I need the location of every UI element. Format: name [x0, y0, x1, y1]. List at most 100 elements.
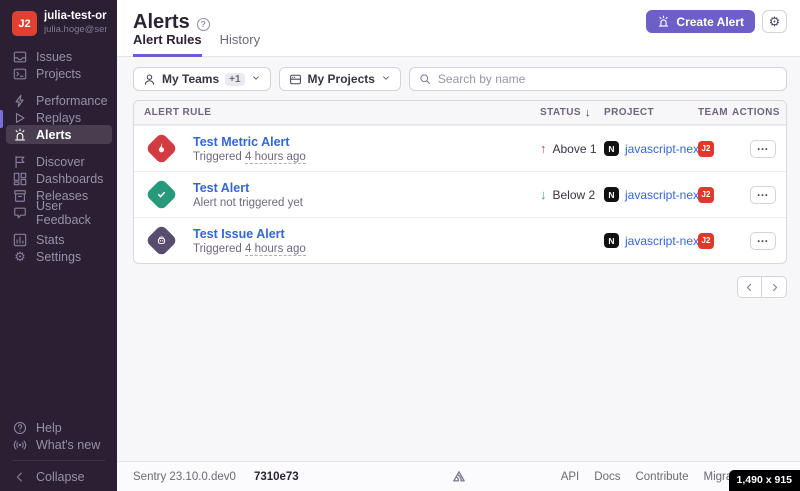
help-circle-icon	[13, 421, 27, 435]
teams-extra-count-badge: +1	[225, 73, 244, 86]
column-header-actions: Actions	[732, 107, 776, 118]
performance-icon	[13, 94, 27, 108]
build-hash[interactable]: 7310e73	[254, 471, 299, 483]
row-actions-button[interactable]: …	[750, 186, 776, 204]
chevron-down-icon	[381, 72, 391, 86]
team-cell: J2	[698, 187, 732, 203]
tab-bar: Alert Rules History	[133, 32, 260, 57]
alert-rule-subtext: Alert not triggered yet	[193, 197, 303, 209]
archive-box-icon	[13, 189, 27, 203]
nextjs-platform-icon: N	[604, 233, 619, 248]
tab-history[interactable]: History	[220, 32, 260, 57]
alerts-settings-button[interactable]: ⚙	[762, 10, 787, 33]
sentry-logo-icon[interactable]	[450, 469, 467, 484]
projects-filter-dropdown[interactable]: My Projects	[279, 67, 401, 91]
status-cell: ↑ Above 1	[540, 141, 604, 156]
sidebar-item-label: Settings	[36, 250, 81, 264]
team-badge[interactable]: J2	[698, 233, 714, 249]
sidebar-item-label: Help	[36, 421, 62, 435]
previous-page-button[interactable]	[737, 276, 762, 298]
sidebar-item-stats[interactable]: Stats	[0, 231, 117, 248]
footer-link-contribute[interactable]: Contribute	[635, 471, 688, 483]
search-input[interactable]	[438, 72, 777, 86]
relative-time[interactable]: 4 hours ago	[245, 243, 306, 256]
sidebar-bottom: Help What's new Collapse	[0, 419, 117, 485]
sidebar-item-performance[interactable]: Performance	[0, 92, 117, 109]
alert-rule-link[interactable]: Test Alert	[193, 181, 303, 195]
tab-alert-rules[interactable]: Alert Rules	[133, 32, 202, 57]
banner-icon	[13, 155, 27, 169]
version-label[interactable]: Sentry 23.10.0.dev0	[133, 471, 236, 483]
footer-link-api[interactable]: API	[561, 471, 580, 483]
search-box	[409, 67, 787, 91]
chevron-left-icon	[744, 282, 755, 293]
table-row: Test Alert Alert not triggered yet ↓ Bel…	[134, 171, 786, 217]
metric-alert-critical-icon	[145, 132, 178, 165]
sidebar-item-label: Issues	[36, 50, 72, 64]
sidebar-item-label: Collapse	[36, 470, 85, 484]
help-tooltip-icon[interactable]: ?	[197, 18, 210, 31]
alert-rule-subtext: Triggered 4 hours ago	[193, 243, 306, 255]
nextjs-platform-icon: N	[604, 187, 619, 202]
org-switcher[interactable]: J2 julia-test-org-2 … julia.hoge@sentry.…	[0, 0, 117, 48]
row-actions-button[interactable]: …	[750, 232, 776, 250]
footer-link-docs[interactable]: Docs	[594, 471, 620, 483]
siren-icon	[657, 15, 670, 28]
sort-descending-icon: ↓	[585, 107, 591, 119]
team-badge[interactable]: J2	[698, 187, 714, 203]
page-title: Alerts	[133, 11, 190, 34]
status-cell: ↓ Below 2	[540, 187, 604, 202]
sidebar-item-label: Performance	[36, 94, 108, 108]
project-cell: N javascript-nextjs	[604, 187, 698, 202]
create-alert-button[interactable]: Create Alert	[646, 10, 755, 33]
app-footer: Sentry 23.10.0.dev0 7310e73 API Docs Con…	[117, 461, 800, 491]
page-header: Alerts ? Create Alert ⚙ Alert Rules Hist…	[117, 0, 800, 57]
projects-icon	[13, 67, 27, 81]
arrow-up-icon: ↑	[540, 141, 547, 156]
chevron-right-icon	[769, 282, 780, 293]
org-meta: julia-test-org-2 … julia.hoge@sentry.io	[44, 10, 107, 35]
sidebar-item-projects[interactable]: Projects	[0, 65, 117, 82]
alert-rule-subtext: Triggered 4 hours ago	[193, 151, 306, 163]
sidebar-item-help[interactable]: Help	[0, 419, 117, 436]
team-cell: J2	[698, 233, 732, 249]
row-actions-button[interactable]: …	[750, 140, 776, 158]
column-header-team: Team	[698, 107, 732, 118]
sidebar-item-settings[interactable]: ⚙ Settings	[0, 248, 117, 265]
check-icon	[155, 188, 168, 201]
column-header-status[interactable]: Status↓	[540, 107, 604, 119]
next-page-button[interactable]	[762, 276, 787, 298]
alert-rule-link[interactable]: Test Issue Alert	[193, 227, 306, 241]
relative-time[interactable]: 4 hours ago	[245, 151, 306, 164]
sidebar-item-label: What's new	[36, 438, 100, 452]
sidebar-item-label: Alerts	[36, 128, 71, 142]
sidebar-item-user-feedback[interactable]: User Feedback	[0, 204, 117, 221]
org-avatar: J2	[12, 11, 37, 36]
main-area: Alerts ? Create Alert ⚙ Alert Rules Hist…	[117, 0, 800, 491]
sidebar-item-issues[interactable]: Issues	[0, 48, 117, 65]
user-icon	[143, 73, 156, 86]
chevron-left-icon	[13, 470, 27, 484]
team-cell: J2	[698, 141, 732, 157]
nextjs-platform-icon: N	[604, 141, 619, 156]
search-icon	[419, 73, 431, 85]
sidebar-item-alerts[interactable]: Alerts	[0, 126, 117, 143]
sidebar-item-replays[interactable]: Replays	[0, 109, 117, 126]
sidebar-item-label: Dashboards	[36, 172, 103, 186]
sidebar-item-dashboards[interactable]: Dashboards	[0, 170, 117, 187]
sidebar-item-discover[interactable]: Discover	[0, 153, 117, 170]
status-label: Below 2	[553, 188, 596, 202]
filter-bar: My Teams +1 My Projects	[133, 67, 787, 91]
sidebar-collapse-button[interactable]: Collapse	[0, 468, 117, 485]
sidebar-item-whats-new[interactable]: What's new	[0, 436, 117, 453]
project-cell: N javascript-nextjs	[604, 141, 698, 156]
issues-icon	[13, 50, 27, 64]
org-name: julia-test-org-2 …	[44, 10, 107, 22]
sidebar-nav: Issues Projects Performance Replays Aler…	[0, 48, 117, 265]
siren-icon	[13, 128, 27, 142]
teams-filter-dropdown[interactable]: My Teams +1	[133, 67, 271, 91]
broadcast-icon	[13, 438, 27, 452]
team-badge[interactable]: J2	[698, 141, 714, 157]
project-window-icon	[289, 73, 302, 86]
alert-rule-link[interactable]: Test Metric Alert	[193, 135, 306, 149]
